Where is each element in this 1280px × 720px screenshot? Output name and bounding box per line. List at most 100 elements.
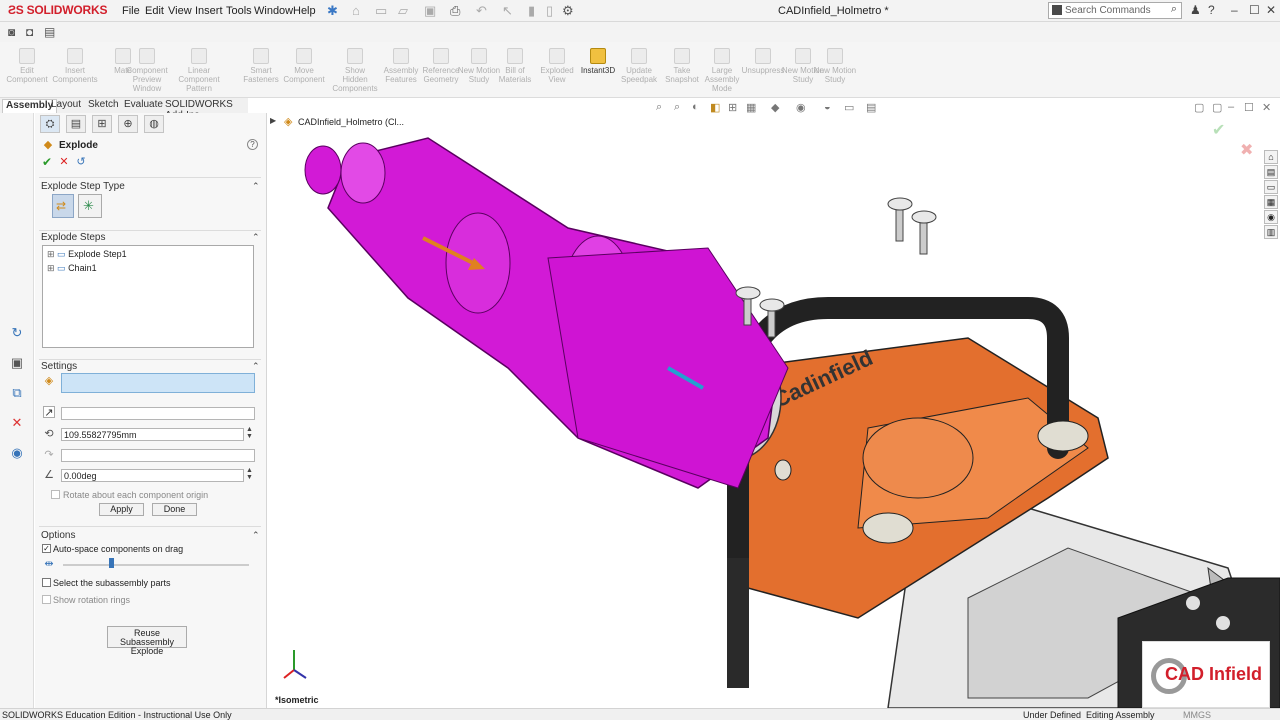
reuse-subassembly-button[interactable]: Reuse Subassembly Explode [107,626,187,656]
save-icon[interactable]: ▣ [424,3,436,19]
menu-file[interactable]: File [122,5,140,17]
done-button[interactable]: Done [152,503,197,516]
menu-view[interactable]: View [168,5,192,17]
close-icon[interactable]: ✕ [1266,3,1276,17]
components-selection-box[interactable] [61,373,255,393]
options-gear-icon[interactable]: ⚙ [562,3,574,19]
file-properties-icon[interactable]: ▯ [546,3,553,19]
menu-tools[interactable]: Tools [226,5,252,17]
viewport-tile-icon[interactable]: ▢ [1212,101,1222,114]
angle-spinner[interactable]: ▲ ▼ [246,467,253,481]
viewport-minimize-icon[interactable]: – [1228,101,1234,113]
search-icon[interactable]: ⌕ [1171,3,1177,16]
menu-window[interactable]: Window [254,5,293,17]
spacing-slider-track[interactable] [63,564,249,566]
ok-check-icon[interactable]: ✔ [41,156,53,168]
custom-properties-icon[interactable]: ▥ [1264,225,1278,239]
cmd-bill-of-materials[interactable]: Bill of Materials [492,48,538,84]
graphics-area[interactable]: Cadinfield ▶ ◈ CADInfield_Holmetro (Cl..… [268,98,1280,708]
cmd-move-component[interactable]: Move Component [281,48,327,84]
pin-icon[interactable]: ✱ [327,3,338,19]
status-units[interactable]: MMGS [1183,710,1211,720]
collapse-icon[interactable]: ⌃ [252,530,260,541]
cancel-x-icon[interactable]: ✕ [58,156,70,168]
section-view-icon[interactable]: ◧ [710,101,720,114]
view-palette-icon[interactable]: ▦ [1264,195,1278,209]
open-icon[interactable]: ▱ [398,3,408,19]
viewport-maximize-icon[interactable]: ☐ [1244,101,1254,114]
menu-edit[interactable]: Edit [145,5,164,17]
minimize-icon[interactable]: – [1231,3,1238,17]
zoom-area-icon[interactable]: ⌕ [674,101,680,114]
tree-icon[interactable]: ⧉ [10,385,24,401]
list-item[interactable]: ⊞ ▭ Explode Step1 [47,249,127,260]
solidworks-logo[interactable]: ƧS SOLIDWORKS [8,3,107,17]
assembly-3d-view[interactable]: Cadinfield [268,98,1280,708]
snapshot-icon[interactable]: ◘ [26,25,33,39]
collapse-icon[interactable]: ⌃ [252,181,260,192]
search-scope-icon[interactable] [1052,5,1062,15]
camera-icon[interactable]: ◙ [8,25,15,39]
auto-space-checkbox[interactable]: ✓ [42,544,51,553]
appearances-icon[interactable]: ◉ [1264,210,1278,224]
tab-sketch[interactable]: Sketch [85,99,122,110]
dimxpert-tab-icon[interactable]: ⊕ [118,115,138,133]
delete-icon[interactable]: ✕ [10,415,24,431]
direction-icon[interactable]: ↗ [43,406,55,419]
collapse-icon[interactable]: ⌃ [252,232,260,243]
appearance-icon[interactable]: ◉ [10,445,24,461]
list-item[interactable]: ⊞ ▭ Chain1 [47,263,97,274]
cmd-insert-components[interactable]: Insert Components [52,48,98,84]
cmd-exploded-view[interactable]: Exploded View [534,48,580,84]
file-explorer-icon[interactable]: ▭ [1264,180,1278,194]
cmd-new-motion-study[interactable]: New Motion Study [812,48,858,84]
direction-field[interactable] [61,407,255,420]
display-style-icon[interactable]: ◆ [771,101,779,114]
home-icon[interactable]: ⌂ [352,3,360,18]
view-orientation-icon[interactable]: ▦ [746,101,756,114]
user-icon[interactable]: ♟ [1190,3,1201,17]
feature-tree-tab-icon[interactable]: ⛭ [40,115,60,133]
expand-tree-icon[interactable]: ▶ [270,116,276,125]
help-icon[interactable]: ? [1208,3,1215,17]
help-icon[interactable]: ? [247,139,258,150]
rotation-axis-field[interactable] [61,449,255,462]
feature-tree-root[interactable]: CADInfield_Holmetro (Cl... [298,117,404,127]
undo-icon[interactable]: ↶ [476,3,487,19]
rotate-icon[interactable]: ↻ [10,325,24,341]
tab-layout[interactable]: Layout [48,99,84,110]
distance-spinner[interactable]: ▲ ▼ [246,426,253,440]
explode-steps-list[interactable]: ⊞ ▭ Explode Step1 ⊞ ▭ Chain1 [42,245,254,348]
rebuild-icon[interactable]: ▮ [528,3,535,19]
design-library-icon[interactable]: ▤ [1264,165,1278,179]
cmd-show-hidden-components[interactable]: Show Hidden Components [332,48,378,93]
menu-insert[interactable]: Insert [195,5,223,17]
cmd-smart-fasteners[interactable]: Smart Fasteners [238,48,284,84]
display-manager-tab-icon[interactable]: ◍ [144,115,164,133]
previous-view-icon[interactable]: ◐ [692,101,699,113]
display-icon[interactable]: ▣ [10,355,24,371]
angle-field[interactable]: 0.00deg [61,469,244,482]
viewport-close-icon[interactable]: ✕ [1262,101,1271,114]
resources-home-icon[interactable]: ⌂ [1264,150,1278,164]
cmd-instant3d[interactable]: Instant3D [575,48,621,75]
dynamic-annotation-icon[interactable]: ⊞ [728,101,737,114]
collapse-icon[interactable]: ⌃ [252,361,260,372]
new-document-icon[interactable]: ▭ [375,3,387,19]
cmd-linear-component-pattern[interactable]: Linear Component Pattern [176,48,222,93]
viewport-restore-icon[interactable]: ▢ [1194,101,1204,114]
edit-appearance-icon[interactable]: ◒ [824,101,831,113]
show-rings-checkbox[interactable] [42,595,51,604]
confirm-cancel-icon[interactable]: ✖ [1240,140,1253,160]
view-settings-icon[interactable]: ▤ [866,101,876,114]
distance-field[interactable]: 109.55827795mm [61,428,244,441]
tab-evaluate[interactable]: Evaluate [121,99,166,110]
apply-scene-icon[interactable]: ▭ [844,101,854,114]
undo-icon[interactable]: ↺ [75,156,87,168]
cmd-edit-component[interactable]: Edit Component [4,48,50,84]
select-subassembly-checkbox[interactable] [42,578,51,587]
cmd-update-speedpak[interactable]: Update Speedpak [616,48,662,84]
print-icon[interactable]: ⎙ [450,3,460,19]
hide-show-icon[interactable]: ◉ [796,101,806,114]
zoom-to-fit-icon[interactable]: ⌕ [656,101,662,114]
